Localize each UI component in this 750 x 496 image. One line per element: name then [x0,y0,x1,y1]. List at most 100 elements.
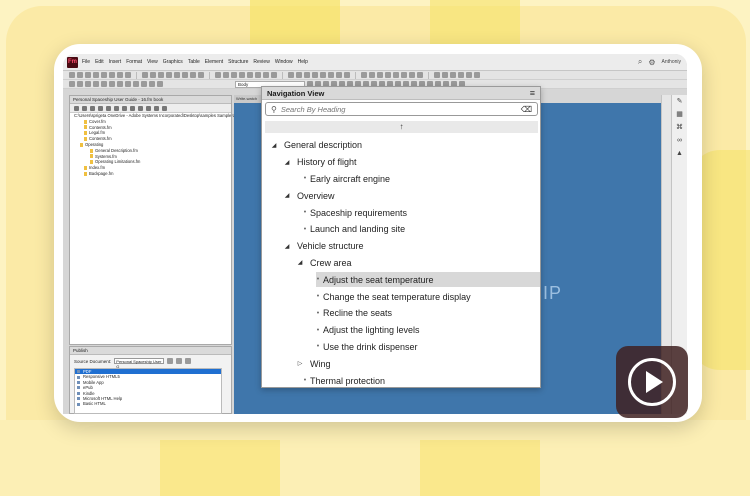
toolbar-icon[interactable] [263,72,269,78]
book-tool-icon[interactable] [130,105,135,111]
menu-format[interactable]: Format [126,59,142,65]
toolbar-icon[interactable] [466,72,472,78]
source-select[interactable]: Personal Spaceship User G [114,358,165,369]
table-icon[interactable]: ▦ [672,108,687,121]
toolbar-icon[interactable] [223,72,229,78]
settings-icon[interactable] [176,358,183,364]
menu-structure[interactable]: Structure [228,59,248,65]
toolbar-icon[interactable] [182,72,188,78]
toolbar-icon[interactable] [247,72,253,78]
heading-tree-item[interactable]: • Adjust the seat temperature [262,271,542,288]
menu-review[interactable]: Review [253,59,269,65]
toolbar-icon[interactable] [442,72,448,78]
menu-element[interactable]: Element [205,59,223,65]
book-tool-icon[interactable] [106,105,111,111]
toolbar-icon[interactable] [393,72,399,78]
toolbar-icon[interactable] [198,72,204,78]
hamburger-menu-icon[interactable]: ≡ [530,88,535,98]
tag-icon[interactable]: ⌘ [672,121,687,134]
format-toolbar-icon[interactable] [157,81,163,87]
toolbar-icon[interactable] [304,72,310,78]
heading-tree-item[interactable]: ◢ Vehicle structure [262,238,542,255]
collapse-triangle-icon[interactable]: ◢ [283,192,291,199]
book-tool-icon[interactable] [82,105,87,111]
toolbar-icon[interactable] [231,72,237,78]
toolbar-icon[interactable] [474,72,480,78]
format-toolbar-icon[interactable] [69,81,75,87]
toolbar-icon[interactable] [93,72,99,78]
expand-triangle-icon[interactable]: ▷ [296,360,304,367]
settings-icon[interactable]: ⚙ [648,58,655,67]
book-tool-icon[interactable] [74,105,79,111]
book-tool-icon[interactable] [138,105,143,111]
toolbar-icon[interactable] [142,72,148,78]
document-tab[interactable]: Write-watch [234,95,264,103]
toolbar-icon[interactable] [417,72,423,78]
link-icon[interactable]: ∞ [672,134,687,147]
heading-tree-item[interactable]: • Spaceship requirements [262,204,542,221]
heading-tree-item[interactable]: ◢ Crew area [262,255,542,272]
format-toolbar-icon[interactable] [109,81,115,87]
toolbar-icon[interactable] [288,72,294,78]
user-name[interactable]: Anthoniy [662,59,681,65]
toolbar-icon[interactable] [69,72,75,78]
format-toolbar-icon[interactable] [149,81,155,87]
heading-tree-item[interactable]: • Adjust the lighting levels [262,322,542,339]
format-toolbar-icon[interactable] [85,81,91,87]
collapse-triangle-icon[interactable]: ◢ [270,142,278,149]
menu-table[interactable]: Table [188,59,200,65]
book-tool-icon[interactable] [98,105,103,111]
toolbar-icon[interactable] [344,72,350,78]
warning-icon[interactable]: ▲ [672,147,687,160]
heading-tree-item[interactable]: ◢ History of flight [262,154,542,171]
heading-search-input[interactable] [280,104,511,114]
menu-window[interactable]: Window [275,59,293,65]
format-toolbar-icon[interactable] [77,81,83,87]
format-toolbar-icon[interactable] [141,81,147,87]
toolbar-icon[interactable] [77,72,83,78]
toolbar-icon[interactable] [85,72,91,78]
collapse-triangle-icon[interactable]: ◢ [296,259,304,266]
format-toolbar-icon[interactable] [133,81,139,87]
heading-tree-item[interactable]: • Thermal protection [262,372,542,389]
book-tool-icon[interactable] [162,105,167,111]
menu-insert[interactable]: Insert [109,59,122,65]
toolbar-icon[interactable] [150,72,156,78]
publish-icon[interactable] [185,358,192,364]
toolbar-icon[interactable] [255,72,261,78]
menu-help[interactable]: Help [298,59,308,65]
heading-tree-item[interactable]: • Change the seat temperature display [262,288,542,305]
toolbar-icon[interactable] [409,72,415,78]
pencil-icon[interactable]: ✎ [672,95,687,108]
book-tool-icon[interactable] [146,105,151,111]
play-video-button[interactable] [616,346,688,418]
heading-tree-item[interactable]: ▷ Wing [262,355,542,372]
toolbar-icon[interactable] [434,72,440,78]
heading-tree-item[interactable]: • Recline the seats [262,305,542,322]
toolbar-icon[interactable] [101,72,107,78]
menu-file[interactable]: File [82,59,90,65]
output-format-item[interactable]: Basic HTML [75,401,221,406]
format-toolbar-icon[interactable] [117,81,123,87]
toolbar-icon[interactable] [369,72,375,78]
collapse-triangle-icon[interactable]: ◢ [283,159,291,166]
menu-edit[interactable]: Edit [95,59,104,65]
toolbar-icon[interactable] [174,72,180,78]
toolbar-icon[interactable] [458,72,464,78]
toolbar-icon[interactable] [336,72,342,78]
toolbar-icon[interactable] [117,72,123,78]
toolbar-icon[interactable] [361,72,367,78]
book-tool-icon[interactable] [154,105,159,111]
refresh-icon[interactable] [167,358,174,364]
heading-tree-item[interactable]: ◢ General description [262,137,542,154]
menu-view[interactable]: View [147,59,158,65]
toolbar-icon[interactable] [385,72,391,78]
toolbar-icon[interactable] [328,72,334,78]
book-tree-item[interactable]: Backpage.fm [70,171,231,177]
heading-tree-item[interactable]: • Early aircraft engine [262,171,542,188]
heading-tree-item[interactable]: • Launch and landing site [262,221,542,238]
toolbar-icon[interactable] [401,72,407,78]
toolbar-icon[interactable] [215,72,221,78]
toolbar-icon[interactable] [158,72,164,78]
book-tool-icon[interactable] [114,105,119,111]
